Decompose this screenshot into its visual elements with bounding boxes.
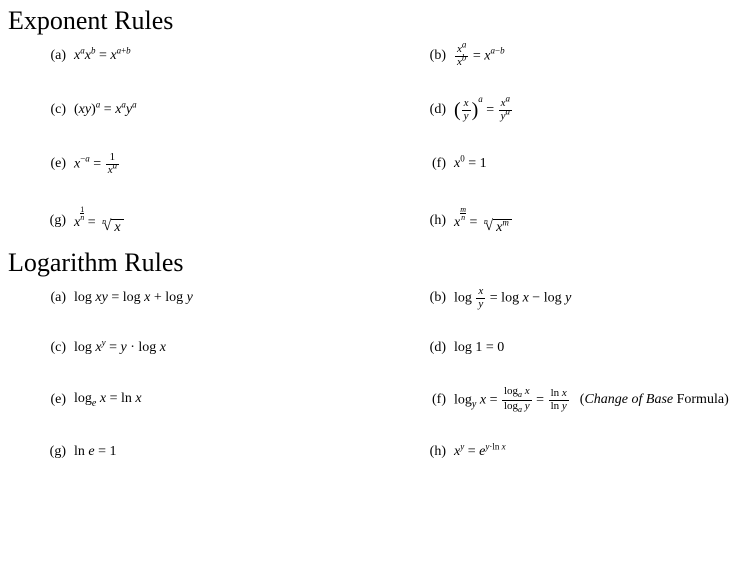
item-label: (g) <box>38 213 66 229</box>
exponent-item-h: (h) xmn = n√xm <box>418 206 745 236</box>
exponent-item-c: (c) (xy)a = xaya <box>38 102 418 118</box>
item-label: (h) <box>418 444 446 460</box>
exponent-row-cd: (c) (xy)a = xaya (d) (xy)a = xaya <box>38 98 745 122</box>
exponent-formula-b: xaxb = xa−b <box>454 44 505 68</box>
logarithm-rules-title: Logarithm Rules <box>8 248 745 278</box>
exponent-item-a: (a) xaxb = xa+b <box>38 48 418 64</box>
exponent-rules-title: Exponent Rules <box>8 6 745 36</box>
item-label: (d) <box>418 340 446 356</box>
log-item-f: (f) logy x = loga xloga y = ln xln y (Ch… <box>418 386 745 414</box>
item-label: (b) <box>418 290 446 306</box>
exponent-row-gh: (g) x1n = n√x (h) xmn = n√xm <box>38 206 745 236</box>
item-label: (f) <box>418 156 446 172</box>
exponent-row-ef: (e) x−a = 1xa (f) x0 = 1 <box>38 152 745 176</box>
log-formula-h: xy = ey·ln x <box>454 444 506 460</box>
exponent-formula-g: x1n = n√x <box>74 206 124 236</box>
exponent-item-g: (g) x1n = n√x <box>38 206 418 236</box>
logarithm-rules-list: (a) log xy = log x + log y (b) log xy = … <box>8 286 745 460</box>
log-row-gh: (g) ln e = 1 (h) xy = ey·ln x <box>38 444 745 460</box>
exponent-item-b: (b) xaxb = xa−b <box>418 44 745 68</box>
item-label: (e) <box>38 156 66 172</box>
log-formula-a: log xy = log x + log y <box>74 290 193 306</box>
exponent-formula-f: x0 = 1 <box>454 156 487 172</box>
log-row-cd: (c) log xy = y · log x (d) log 1 = 0 <box>38 340 745 356</box>
exponent-formula-d: (xy)a = xaya <box>454 98 513 122</box>
item-label: (e) <box>38 392 66 408</box>
exponent-row-ab: (a) xaxb = xa+b (b) xaxb = xa−b <box>38 44 745 68</box>
item-label: (d) <box>418 102 446 118</box>
log-item-b: (b) log xy = log x − log y <box>418 286 745 310</box>
log-row-ab: (a) log xy = log x + log y (b) log xy = … <box>38 286 745 310</box>
log-formula-e: loge x = ln x <box>74 391 142 409</box>
log-item-c: (c) log xy = y · log x <box>38 340 418 356</box>
log-formula-g: ln e = 1 <box>74 444 117 460</box>
item-label: (g) <box>38 444 66 460</box>
log-formula-b: log xy = log x − log y <box>454 286 571 310</box>
log-row-ef: (e) loge x = ln x (f) logy x = loga xlog… <box>38 386 745 414</box>
exponent-formula-a: xaxb = xa+b <box>74 48 131 64</box>
log-formula-c: log xy = y · log x <box>74 340 166 356</box>
item-label: (a) <box>38 290 66 306</box>
log-formula-f: logy x = loga xloga y = ln xln y <box>454 386 570 414</box>
item-label: (f) <box>418 392 446 408</box>
item-label: (c) <box>38 340 66 356</box>
change-of-base-note: (Change of Base Formula) <box>580 392 729 408</box>
logarithm-rules-section: Logarithm Rules (a) log xy = log x + log… <box>8 248 745 460</box>
exponent-rules-list: (a) xaxb = xa+b (b) xaxb = xa−b (c) (xy)… <box>8 44 745 236</box>
item-label: (a) <box>38 48 66 64</box>
log-item-g: (g) ln e = 1 <box>38 444 418 460</box>
exponent-formula-h: xmn = n√xm <box>454 206 512 236</box>
exponent-formula-c: (xy)a = xaya <box>74 102 137 118</box>
item-label: (h) <box>418 213 446 229</box>
item-label: (b) <box>418 48 446 64</box>
log-item-a: (a) log xy = log x + log y <box>38 290 418 306</box>
log-item-h: (h) xy = ey·ln x <box>418 444 745 460</box>
item-label: (c) <box>38 102 66 118</box>
exponent-rules-section: Exponent Rules (a) xaxb = xa+b (b) xaxb … <box>8 6 745 236</box>
exponent-formula-e: x−a = 1xa <box>74 152 120 176</box>
exponent-item-e: (e) x−a = 1xa <box>38 152 418 176</box>
log-item-d: (d) log 1 = 0 <box>418 340 745 356</box>
log-item-e: (e) loge x = ln x <box>38 391 418 409</box>
log-formula-d: log 1 = 0 <box>454 340 504 356</box>
exponent-item-d: (d) (xy)a = xaya <box>418 98 745 122</box>
exponent-item-f: (f) x0 = 1 <box>418 156 745 172</box>
